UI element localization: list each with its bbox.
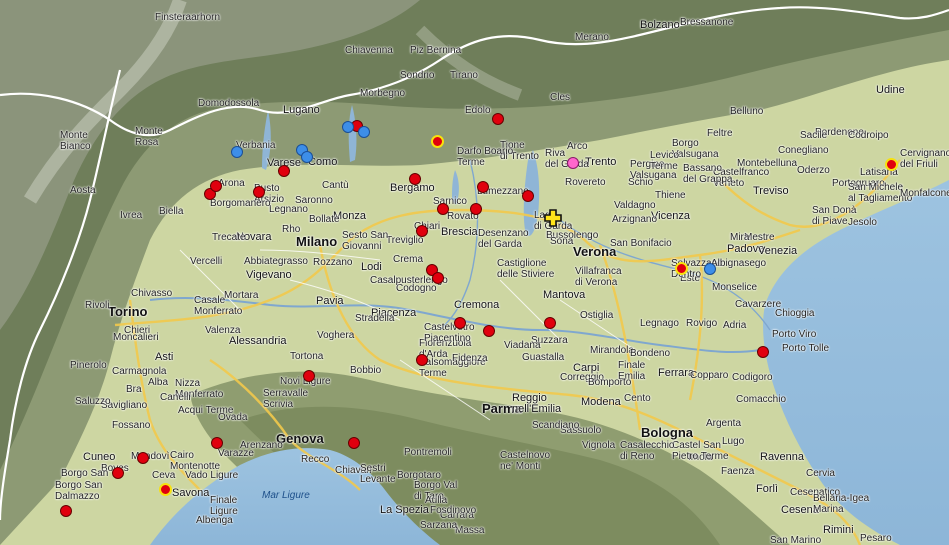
blue-marker[interactable] — [301, 151, 313, 163]
red-marker[interactable] — [544, 317, 556, 329]
highlighted-marker[interactable] — [885, 158, 898, 171]
red-marker[interactable] — [348, 437, 360, 449]
red-marker[interactable] — [483, 325, 495, 337]
red-marker[interactable] — [112, 467, 124, 479]
blue-marker[interactable] — [231, 146, 243, 158]
red-marker[interactable] — [522, 190, 534, 202]
red-marker[interactable] — [416, 225, 428, 237]
plus-marker-icon[interactable] — [544, 209, 562, 227]
red-marker[interactable] — [757, 346, 769, 358]
red-marker[interactable] — [278, 165, 290, 177]
highlighted-marker[interactable] — [675, 262, 688, 275]
red-marker[interactable] — [210, 180, 222, 192]
red-marker[interactable] — [416, 354, 428, 366]
red-marker[interactable] — [409, 173, 421, 185]
red-marker[interactable] — [477, 181, 489, 193]
highlighted-marker[interactable] — [431, 135, 444, 148]
red-marker[interactable] — [211, 437, 223, 449]
red-marker[interactable] — [303, 370, 315, 382]
blue-marker[interactable] — [704, 263, 716, 275]
blue-marker[interactable] — [358, 126, 370, 138]
red-marker[interactable] — [137, 452, 149, 464]
red-marker[interactable] — [432, 272, 444, 284]
red-marker[interactable] — [454, 317, 466, 329]
highlighted-marker[interactable] — [159, 483, 172, 496]
red-marker[interactable] — [492, 113, 504, 125]
pink-marker[interactable] — [567, 157, 579, 169]
red-marker[interactable] — [253, 186, 265, 198]
red-marker[interactable] — [437, 203, 449, 215]
red-marker[interactable] — [470, 203, 482, 215]
map-view[interactable]: Milano Torino Genova Verona Padova Venezia Bol… — [0, 0, 949, 545]
blue-marker[interactable] — [342, 121, 354, 133]
red-marker[interactable] — [60, 505, 72, 517]
